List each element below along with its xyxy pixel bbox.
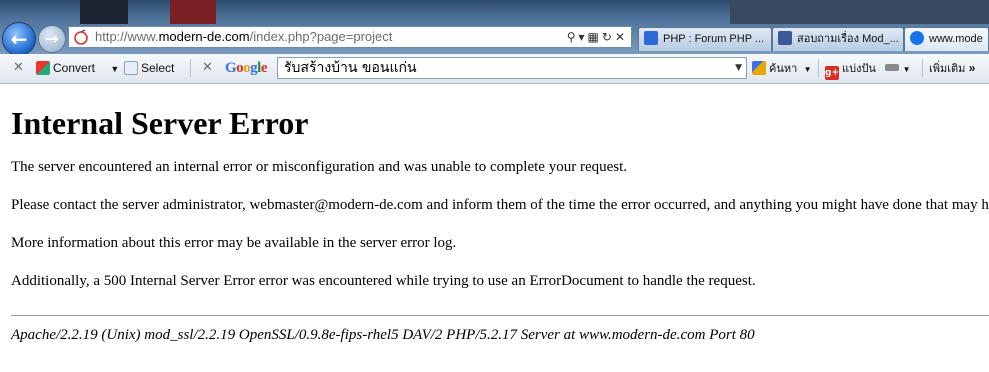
google-plus-icon: g+ [825,66,839,80]
toggle-icon[interactable] [885,64,900,71]
convert-button[interactable]: Convert ▼ [36,54,119,83]
address-url[interactable]: http://www.modern-de.com/index.php?page=… [95,27,392,47]
php-site-icon [644,31,658,45]
tab-mod-question[interactable]: สอบถามเรื่อง Mod_... [772,27,904,51]
error-paragraph: Please contact the server administrator,… [11,197,989,213]
divider [11,315,989,316]
arrow-left-icon: ← [10,27,28,51]
tab-php-forum[interactable]: PHP : Forum PHP ... [638,27,772,51]
refresh-icon[interactable]: ↻ [602,30,615,44]
address-bar[interactable]: http://www.modern-de.com/index.php?page=… [68,26,632,48]
back-button[interactable]: ← [2,22,36,56]
double-chevron-right-icon: » [968,61,976,75]
google-search-input[interactable]: รับสร้างบ้าน ขอนแก่น ▼ [277,57,747,79]
error-paragraph: The server encountered an internal error… [11,159,628,175]
more-button[interactable]: เพิ่มเติม » [929,54,975,83]
toolbar-divider [922,59,923,77]
search-icon[interactable]: ⚲ [567,30,579,44]
google-search-icon [752,61,766,75]
browser-title-bar: ← → http://www.modern-de.com/index.php?p… [0,0,989,56]
share-button[interactable]: g+ แบ่งปัน ▼ [825,54,911,84]
error-paragraph: More information about this error may be… [11,235,457,251]
google-logo: Google [225,60,268,76]
facebook-icon [778,31,792,45]
chevron-down-icon[interactable]: ▼ [903,65,911,74]
select-cursor-icon [124,61,138,75]
google-search-button[interactable]: ค้นหา ▼ [752,54,812,84]
pdf-convert-icon [36,61,50,75]
chevron-down-icon[interactable]: ▼ [110,64,119,74]
error-paragraph: Additionally, a 500 Internal Server Erro… [11,273,756,289]
background-window-thumbnail [730,0,989,24]
toolbar-divider [190,59,191,77]
page-title: Internal Server Error [11,105,309,141]
forward-button[interactable]: → [38,25,66,53]
compatibility-view-icon[interactable]: ▦ [588,30,602,44]
close-google-toolbar-icon[interactable]: ✕ [202,54,213,82]
tab-modern-de[interactable]: www.mode [904,27,989,51]
chevron-down-icon[interactable]: ▼ [804,65,812,74]
arrow-right-icon: → [45,29,59,48]
background-window-thumbnail [170,0,216,24]
ie-page-icon [910,31,924,45]
background-window-thumbnail [80,0,128,24]
server-signature: Apache/2.2.19 (Unix) mod_ssl/2.2.19 Open… [11,327,755,343]
close-toolbar-icon[interactable]: ✕ [13,54,24,82]
toolbar: ✕ Convert ▼ Select ✕ Google รับสร้างบ้าน… [0,54,989,84]
page-favicon-icon [74,29,88,45]
dropdown-icon[interactable]: ▾ [579,30,588,44]
chevron-down-icon[interactable]: ▼ [735,58,742,78]
select-button[interactable]: Select [124,54,174,82]
stop-icon[interactable]: ✕ [615,30,628,44]
toolbar-divider [818,59,819,77]
